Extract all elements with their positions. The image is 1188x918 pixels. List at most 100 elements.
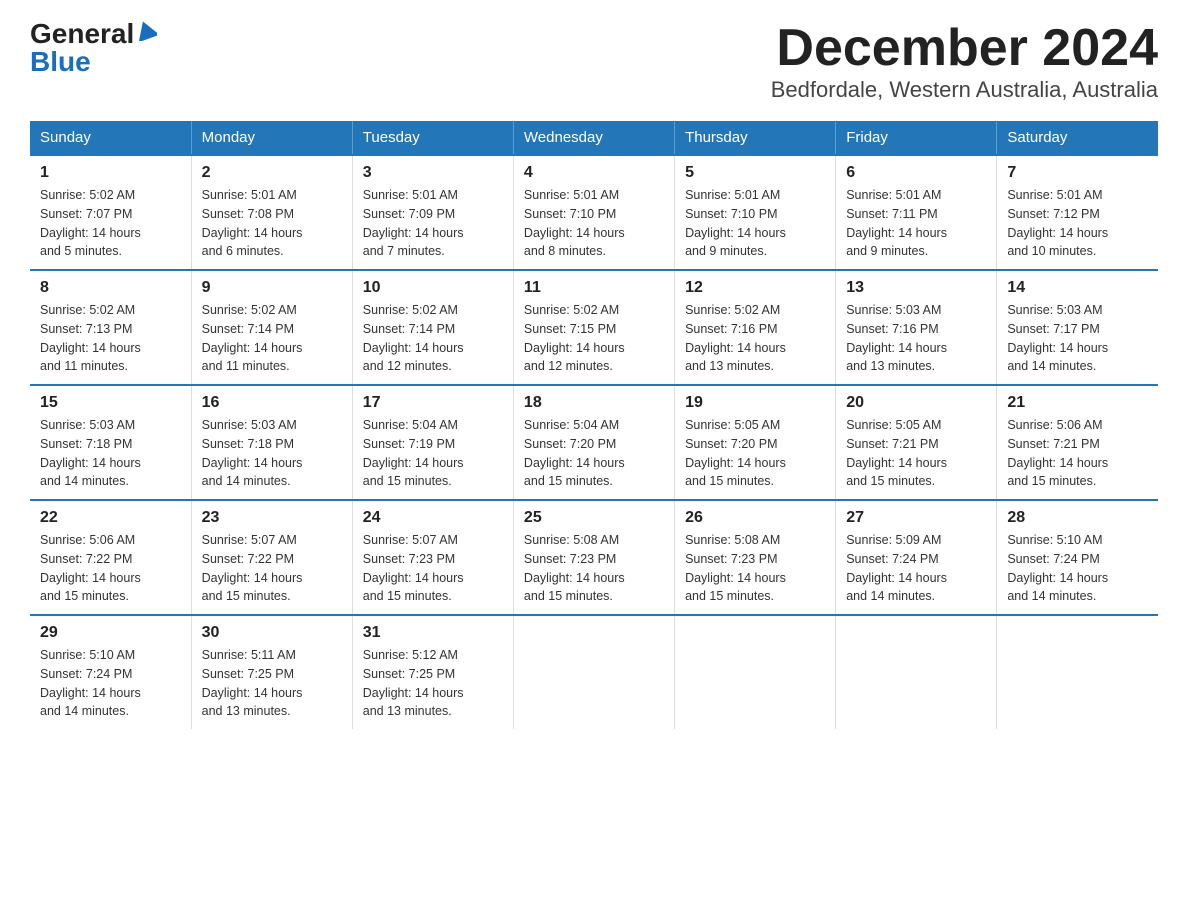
- day-info: Sunrise: 5:02 AMSunset: 7:16 PMDaylight:…: [685, 301, 825, 376]
- calendar-cell: 9Sunrise: 5:02 AMSunset: 7:14 PMDaylight…: [191, 270, 352, 385]
- day-number: 16: [202, 394, 342, 412]
- calendar-cell: 12 Sunrise: 5:02 AMSunset: 7:16 PMDayligh…: [675, 270, 836, 385]
- day-number: 26: [685, 509, 825, 527]
- day-number: 2: [202, 164, 342, 182]
- calendar-cell: 23 Sunrise: 5:07 AMSunset: 7:22 PMDayligh…: [191, 500, 352, 615]
- day-number: 18: [524, 394, 664, 412]
- day-number: 14: [1007, 279, 1148, 297]
- day-info: Sunrise: 5:01 AMSunset: 7:12 PMDaylight:…: [1007, 186, 1148, 261]
- calendar-cell: [675, 615, 836, 729]
- calendar-cell: 4 Sunrise: 5:01 AMSunset: 7:10 PMDaylight…: [513, 155, 674, 270]
- calendar-cell: 19 Sunrise: 5:05 AMSunset: 7:20 PMDayligh…: [675, 385, 836, 500]
- day-number: 29: [40, 624, 181, 642]
- logo-triangle-icon: [135, 19, 157, 41]
- day-info: Sunrise: 5:03 AMSunset: 7:17 PMDaylight:…: [1007, 301, 1148, 376]
- calendar-week-row: 29 Sunrise: 5:10 AMSunset: 7:24 PMDayligh…: [30, 615, 1158, 729]
- calendar-header-saturday: Saturday: [997, 121, 1158, 155]
- day-number: 15: [40, 394, 181, 412]
- page-title: December 2024: [771, 20, 1158, 77]
- calendar-cell: 15 Sunrise: 5:03 AMSunset: 7:18 PMDayligh…: [30, 385, 191, 500]
- calendar-week-row: 22 Sunrise: 5:06 AMSunset: 7:22 PMDayligh…: [30, 500, 1158, 615]
- day-info: Sunrise: 5:01 AMSunset: 7:09 PMDaylight:…: [363, 186, 503, 261]
- day-info: Sunrise: 5:05 AMSunset: 7:21 PMDaylight:…: [846, 416, 986, 491]
- calendar-cell: 7 Sunrise: 5:01 AMSunset: 7:12 PMDaylight…: [997, 155, 1158, 270]
- calendar-week-row: 8 Sunrise: 5:02 AMSunset: 7:13 PMDaylight…: [30, 270, 1158, 385]
- day-number: 23: [202, 509, 342, 527]
- day-number: 22: [40, 509, 181, 527]
- calendar-cell: 31 Sunrise: 5:12 AMSunset: 7:25 PMDayligh…: [352, 615, 513, 729]
- calendar-cell: 1 Sunrise: 5:02 AMSunset: 7:07 PMDaylight…: [30, 155, 191, 270]
- calendar-cell: 18 Sunrise: 5:04 AMSunset: 7:20 PMDayligh…: [513, 385, 674, 500]
- calendar-header-monday: Monday: [191, 121, 352, 155]
- day-info: Sunrise: 5:04 AMSunset: 7:19 PMDaylight:…: [363, 416, 503, 491]
- day-number: 31: [363, 624, 503, 642]
- calendar-cell: 16 Sunrise: 5:03 AMSunset: 7:18 PMDayligh…: [191, 385, 352, 500]
- day-info: Sunrise: 5:08 AMSunset: 7:23 PMDaylight:…: [685, 531, 825, 606]
- calendar-cell: 28 Sunrise: 5:10 AMSunset: 7:24 PMDayligh…: [997, 500, 1158, 615]
- logo-blue: Blue: [30, 48, 91, 76]
- calendar-cell: 24Sunrise: 5:07 AMSunset: 7:23 PMDayligh…: [352, 500, 513, 615]
- day-number: 7: [1007, 164, 1148, 182]
- day-info: Sunrise: 5:03 AMSunset: 7:18 PMDaylight:…: [40, 416, 181, 491]
- day-number: 20: [846, 394, 986, 412]
- day-info: Sunrise: 5:01 AMSunset: 7:11 PMDaylight:…: [846, 186, 986, 261]
- logo-general: General: [30, 20, 134, 48]
- day-info: Sunrise: 5:09 AMSunset: 7:24 PMDaylight:…: [846, 531, 986, 606]
- day-number: 28: [1007, 509, 1148, 527]
- day-number: 5: [685, 164, 825, 182]
- calendar-cell: 21 Sunrise: 5:06 AMSunset: 7:21 PMDayligh…: [997, 385, 1158, 500]
- calendar-week-row: 15 Sunrise: 5:03 AMSunset: 7:18 PMDayligh…: [30, 385, 1158, 500]
- day-number: 17: [363, 394, 503, 412]
- calendar-cell: 13 Sunrise: 5:03 AMSunset: 7:16 PMDayligh…: [836, 270, 997, 385]
- day-number: 24: [363, 509, 503, 527]
- day-number: 9: [202, 279, 342, 297]
- day-number: 8: [40, 279, 181, 297]
- calendar-table: SundayMondayTuesdayWednesdayThursdayFrid…: [30, 121, 1158, 729]
- page-subtitle: Bedfordale, Western Australia, Australia: [771, 77, 1158, 103]
- day-info: Sunrise: 5:01 AMSunset: 7:10 PMDaylight:…: [524, 186, 664, 261]
- day-number: 13: [846, 279, 986, 297]
- day-number: 6: [846, 164, 986, 182]
- day-info: Sunrise: 5:06 AMSunset: 7:21 PMDaylight:…: [1007, 416, 1148, 491]
- page-header: General Blue December 2024 Bedfordale, W…: [30, 20, 1158, 103]
- calendar-cell: 10Sunrise: 5:02 AMSunset: 7:14 PMDayligh…: [352, 270, 513, 385]
- day-number: 1: [40, 164, 181, 182]
- day-number: 3: [363, 164, 503, 182]
- calendar-cell: 17 Sunrise: 5:04 AMSunset: 7:19 PMDayligh…: [352, 385, 513, 500]
- calendar-cell: [836, 615, 997, 729]
- day-info: Sunrise: 5:02 AMSunset: 7:13 PMDaylight:…: [40, 301, 181, 376]
- calendar-cell: 22 Sunrise: 5:06 AMSunset: 7:22 PMDayligh…: [30, 500, 191, 615]
- calendar-cell: 3 Sunrise: 5:01 AMSunset: 7:09 PMDaylight…: [352, 155, 513, 270]
- calendar-week-row: 1 Sunrise: 5:02 AMSunset: 7:07 PMDaylight…: [30, 155, 1158, 270]
- day-info: Sunrise: 5:10 AMSunset: 7:24 PMDaylight:…: [1007, 531, 1148, 606]
- calendar-cell: [997, 615, 1158, 729]
- day-number: 30: [202, 624, 342, 642]
- calendar-header-row: SundayMondayTuesdayWednesdayThursdayFrid…: [30, 121, 1158, 155]
- day-number: 21: [1007, 394, 1148, 412]
- day-info: Sunrise: 5:10 AMSunset: 7:24 PMDaylight:…: [40, 646, 181, 721]
- calendar-header-friday: Friday: [836, 121, 997, 155]
- day-info: Sunrise: 5:03 AMSunset: 7:16 PMDaylight:…: [846, 301, 986, 376]
- day-number: 4: [524, 164, 664, 182]
- day-info: Sunrise: 5:03 AMSunset: 7:18 PMDaylight:…: [202, 416, 342, 491]
- day-info: Sunrise: 5:06 AMSunset: 7:22 PMDaylight:…: [40, 531, 181, 606]
- day-info: Sunrise: 5:12 AMSunset: 7:25 PMDaylight:…: [363, 646, 503, 721]
- day-info: Sunrise: 5:02 AMSunset: 7:07 PMDaylight:…: [40, 186, 181, 261]
- day-number: 19: [685, 394, 825, 412]
- calendar-cell: 6 Sunrise: 5:01 AMSunset: 7:11 PMDaylight…: [836, 155, 997, 270]
- calendar-header-tuesday: Tuesday: [352, 121, 513, 155]
- day-number: 12: [685, 279, 825, 297]
- calendar-cell: 11Sunrise: 5:02 AMSunset: 7:15 PMDayligh…: [513, 270, 674, 385]
- day-info: Sunrise: 5:07 AMSunset: 7:22 PMDaylight:…: [202, 531, 342, 606]
- day-number: 27: [846, 509, 986, 527]
- calendar-cell: 20 Sunrise: 5:05 AMSunset: 7:21 PMDayligh…: [836, 385, 997, 500]
- day-info: Sunrise: 5:04 AMSunset: 7:20 PMDaylight:…: [524, 416, 664, 491]
- day-info: Sunrise: 5:11 AMSunset: 7:25 PMDaylight:…: [202, 646, 342, 721]
- day-number: 11: [524, 279, 664, 297]
- day-info: Sunrise: 5:01 AMSunset: 7:10 PMDaylight:…: [685, 186, 825, 261]
- calendar-cell: 25Sunrise: 5:08 AMSunset: 7:23 PMDayligh…: [513, 500, 674, 615]
- calendar-cell: [513, 615, 674, 729]
- calendar-cell: 5 Sunrise: 5:01 AMSunset: 7:10 PMDaylight…: [675, 155, 836, 270]
- calendar-cell: 2Sunrise: 5:01 AMSunset: 7:08 PMDaylight…: [191, 155, 352, 270]
- day-info: Sunrise: 5:05 AMSunset: 7:20 PMDaylight:…: [685, 416, 825, 491]
